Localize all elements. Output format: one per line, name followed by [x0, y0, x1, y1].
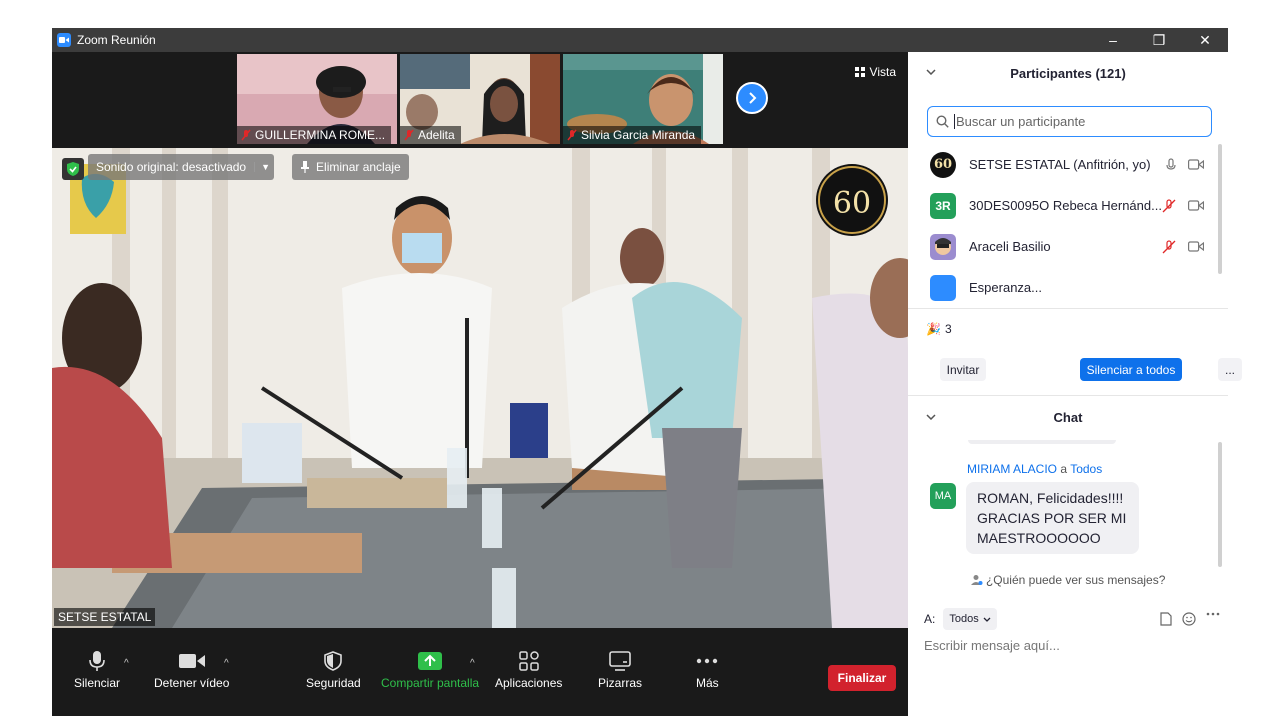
- share-screen-icon: [418, 646, 443, 676]
- thumbnail-strip: GUILLERMINA ROME... Adelita Silvia Garci…: [52, 52, 908, 148]
- participant-name: 30DES0095O Rebeca Hernánd...: [969, 198, 1162, 213]
- who-can-see-link[interactable]: ¿Quién puede ver sus mensajes?: [908, 573, 1228, 587]
- divider: [908, 308, 1228, 309]
- search-icon: [936, 115, 949, 128]
- zoom-window: Zoom Reunión – ❐ ✕ GUILLERMINA ROME... A…: [52, 28, 1242, 716]
- reaction-counter: 🎉 3: [926, 322, 952, 336]
- thumbnail-label: GUILLERMINA ROME...: [237, 126, 392, 144]
- share-screen-button[interactable]: Compartir pantalla: [381, 646, 479, 690]
- pin-icon: [301, 161, 310, 173]
- whiteboard-icon: [609, 646, 631, 676]
- title-bar: Zoom Reunión – ❐ ✕: [52, 28, 1228, 52]
- video-camera-icon: [178, 646, 205, 676]
- side-panel: Participantes (121) Buscar un participan…: [908, 52, 1242, 692]
- video-options-caret[interactable]: ^: [224, 658, 229, 669]
- invite-button[interactable]: Invitar: [940, 358, 986, 381]
- mic-muted-icon[interactable]: [1162, 239, 1176, 254]
- participant-scrollbar[interactable]: [1218, 144, 1222, 274]
- chat-header: Chat: [908, 396, 1228, 438]
- shield-icon: [324, 646, 343, 676]
- security-button[interactable]: Seguridad: [306, 646, 361, 690]
- meeting-toolbar: Silenciar ^ Detener vídeo ^ Seguridad Co…: [52, 636, 908, 716]
- mic-muted-icon: [241, 129, 251, 141]
- file-icon[interactable]: [1160, 612, 1172, 626]
- more-dots-icon: [696, 646, 718, 676]
- avatar: [930, 233, 956, 260]
- window-title: Zoom Reunión: [77, 33, 156, 47]
- avatar: 3R: [930, 192, 956, 219]
- participant-row[interactable]: Esperanza...: [908, 267, 1228, 304]
- video-thumbnail[interactable]: Adelita: [400, 54, 560, 144]
- speaker-name-label: SETSE ESTATAL: [54, 608, 156, 626]
- participant-search-input[interactable]: Buscar un participante: [927, 106, 1212, 137]
- chevron-down-icon: [983, 617, 991, 622]
- video-thumbnail[interactable]: GUILLERMINA ROME...: [237, 54, 397, 144]
- microphone-icon: [89, 646, 105, 676]
- avatar: [930, 274, 956, 301]
- participants-more-button[interactable]: ...: [1218, 358, 1242, 381]
- close-button[interactable]: ✕: [1182, 28, 1228, 52]
- chat-message: ROMAN, Felicidades!!!! GRACIAS POR SER M…: [966, 482, 1139, 554]
- mic-muted-icon: [567, 129, 577, 141]
- main-video[interactable]: Sonido original: desactivado ▼ Eliminar …: [52, 148, 908, 628]
- thumbnail-label: Adelita: [400, 126, 461, 144]
- participant-list: 60 SETSE ESTATAL (Anfitrión, yo) 3R 30DE…: [908, 144, 1228, 304]
- video-camera-icon[interactable]: [1188, 200, 1204, 211]
- participants-header: Participantes (121): [908, 52, 1228, 94]
- video-camera-icon[interactable]: [1188, 241, 1204, 252]
- participant-row[interactable]: Araceli Basilio: [908, 226, 1228, 267]
- view-button[interactable]: Vista: [849, 62, 902, 82]
- video-overlay-bar: Sonido original: desactivado ▼ Eliminar …: [88, 154, 409, 180]
- message-sender: MIRIAM ALACIO a Todos: [967, 462, 1103, 476]
- avatar: MA: [930, 483, 956, 509]
- unpin-button[interactable]: Eliminar anclaje: [292, 154, 409, 180]
- apps-button[interactable]: Aplicaciones: [495, 646, 562, 690]
- recipient-row: A: Todos: [924, 607, 1220, 631]
- restore-button[interactable]: ❐: [1136, 28, 1182, 52]
- mute-all-button[interactable]: Silenciar a todos: [1080, 358, 1182, 381]
- share-options-caret[interactable]: ^: [470, 658, 475, 669]
- participant-name: Esperanza...: [969, 280, 1042, 295]
- person-icon: [970, 575, 983, 585]
- mic-muted-icon[interactable]: [1162, 198, 1176, 213]
- grid-icon: [854, 67, 865, 77]
- apps-icon: [518, 646, 539, 676]
- speaker-video-image: [52, 148, 908, 628]
- chat-message-input[interactable]: Escribir mensaje aquí...: [924, 638, 1060, 653]
- party-popper-icon: 🎉: [926, 322, 941, 336]
- previous-message-bubble: [968, 440, 1116, 444]
- chevron-right-icon: [749, 92, 757, 104]
- mute-options-caret[interactable]: ^: [124, 658, 129, 669]
- participant-name: SETSE ESTATAL (Anfitrión, yo): [969, 157, 1151, 172]
- chat-scrollbar[interactable]: [1218, 442, 1222, 567]
- next-page-button[interactable]: [736, 82, 768, 114]
- more-dots-icon[interactable]: [1206, 612, 1220, 616]
- chevron-down-icon[interactable]: [926, 411, 936, 423]
- minimize-button[interactable]: –: [1090, 28, 1136, 52]
- mute-button[interactable]: Silenciar: [74, 646, 120, 690]
- emoji-icon[interactable]: [1182, 612, 1196, 626]
- shield-icon[interactable]: [62, 158, 84, 180]
- to-label: A:: [924, 612, 936, 626]
- recipient-select[interactable]: Todos: [943, 608, 997, 630]
- participant-row[interactable]: 3R 30DES0095O Rebeca Hernánd...: [908, 185, 1228, 226]
- microphone-icon[interactable]: [1166, 157, 1176, 172]
- participant-name: Araceli Basilio: [969, 239, 1051, 254]
- video-thumbnail[interactable]: Silvia Garcia Miranda: [563, 54, 723, 144]
- zoom-logo-icon: [57, 33, 71, 47]
- video-camera-icon[interactable]: [1188, 159, 1204, 170]
- thumbnail-label: Silvia Garcia Miranda: [563, 126, 702, 144]
- video-area: GUILLERMINA ROME... Adelita Silvia Garci…: [52, 52, 908, 716]
- anniversary-badge: 60: [832, 186, 872, 221]
- participant-row[interactable]: 60 SETSE ESTATAL (Anfitrión, yo): [908, 144, 1228, 185]
- chevron-down-icon[interactable]: ▼: [254, 162, 270, 172]
- stop-video-button[interactable]: Detener vídeo: [154, 646, 229, 690]
- avatar: 60: [930, 151, 956, 178]
- chevron-down-icon[interactable]: [926, 66, 936, 78]
- mic-muted-icon: [404, 129, 414, 141]
- original-sound-button[interactable]: Sonido original: desactivado ▼: [88, 154, 275, 180]
- more-button[interactable]: Más: [696, 646, 719, 690]
- whiteboards-button[interactable]: Pizarras: [598, 646, 642, 690]
- end-meeting-button[interactable]: Finalizar: [828, 665, 896, 691]
